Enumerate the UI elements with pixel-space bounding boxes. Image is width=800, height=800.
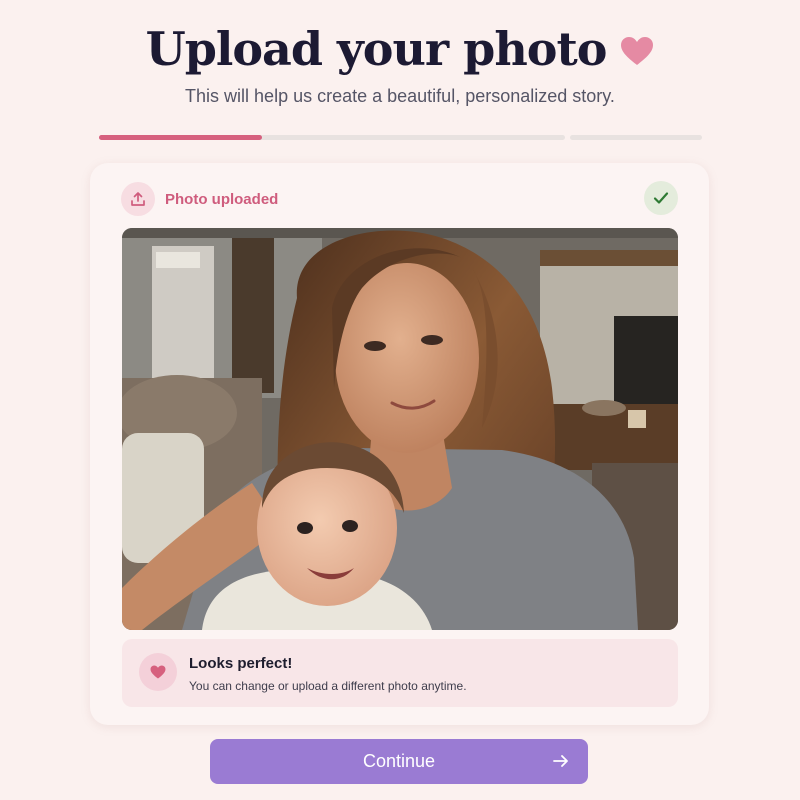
arrow-right-icon	[553, 755, 568, 767]
success-notice: Looks perfect! You can change or upload …	[122, 639, 678, 707]
uploaded-photo[interactable]	[122, 228, 678, 630]
check-icon	[644, 181, 678, 215]
progress-step-2	[570, 135, 702, 140]
notice-title: Looks perfect!	[189, 655, 293, 672]
page-title: Upload your photo	[145, 22, 608, 76]
continue-button[interactable]: Continue	[210, 739, 588, 784]
upload-status-label: Photo uploaded	[165, 190, 279, 208]
photo-image	[122, 228, 678, 630]
progress-step-1-fill	[99, 135, 263, 140]
upload-icon	[121, 182, 155, 216]
notice-heart-icon	[139, 653, 177, 691]
page-header: Upload your photo	[0, 22, 800, 76]
upload-status-row: Photo uploaded	[121, 181, 678, 217]
page-subtitle: This will help us create a beautiful, pe…	[185, 86, 615, 106]
notice-message: You can change or upload a different pho…	[189, 679, 467, 693]
progress-step-1	[99, 135, 565, 140]
heart-icon	[621, 37, 654, 65]
continue-label: Continue	[362, 751, 436, 771]
upload-card: Photo uploaded Looks perfect! You can ch…	[90, 163, 709, 725]
